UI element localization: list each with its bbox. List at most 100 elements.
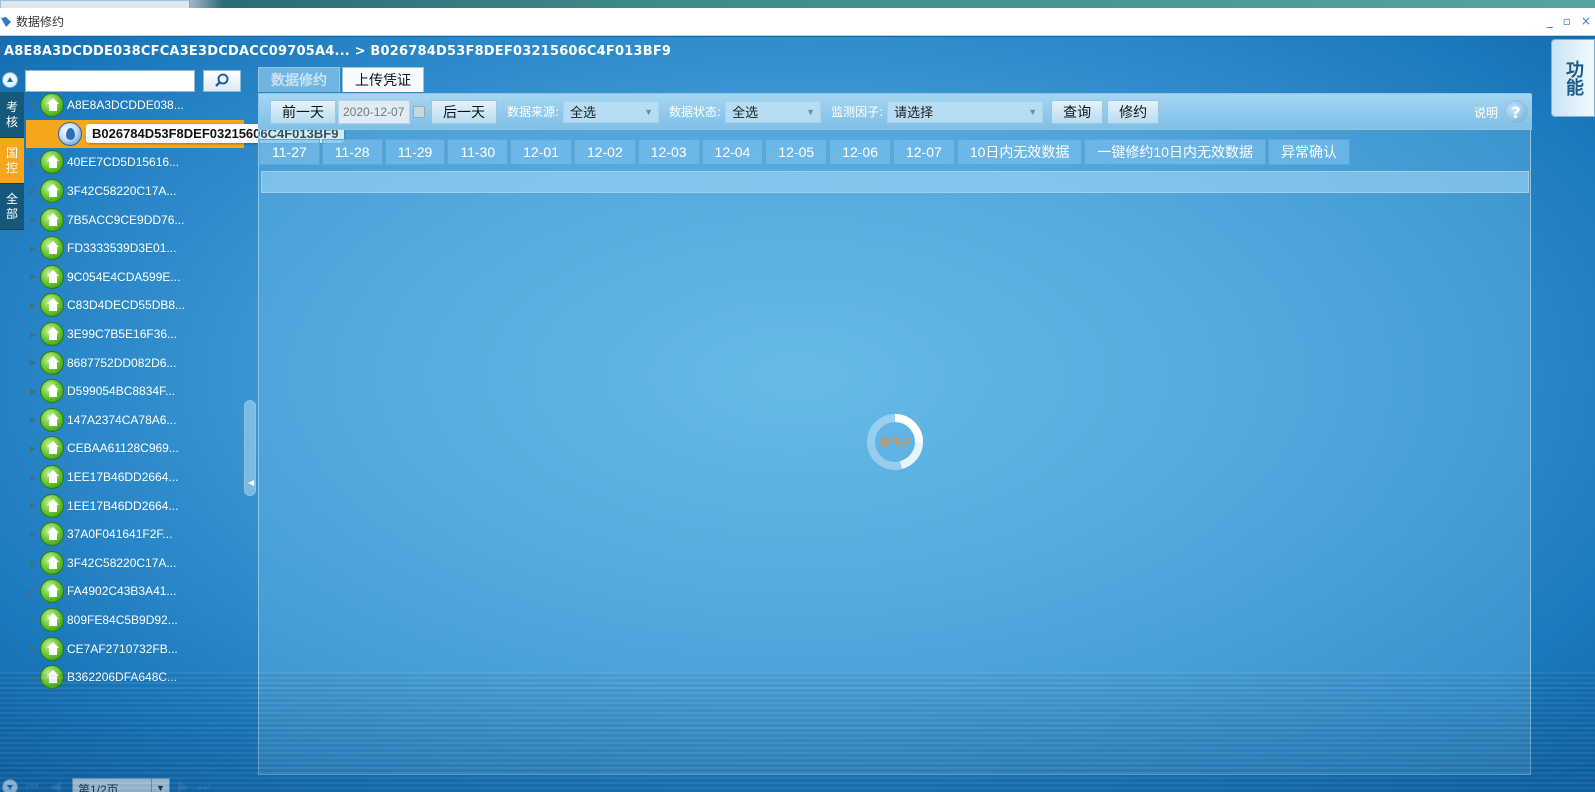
status-select[interactable]: 全选 ▼ (725, 100, 822, 123)
restore-icon[interactable]: ▫ (1563, 14, 1571, 28)
search-button[interactable] (203, 70, 241, 92)
expand-arrow-icon[interactable]: ▶ (26, 615, 40, 624)
help-icon[interactable]: ? (1504, 100, 1528, 124)
date-tab[interactable]: 12-04 (701, 139, 764, 165)
date-tab[interactable]: 11-30 (447, 139, 509, 165)
expand-arrow-icon[interactable]: ▼ (26, 101, 40, 110)
close-icon[interactable]: × (1581, 14, 1591, 28)
expand-arrow-icon[interactable]: ▶ (26, 530, 40, 539)
tree-item[interactable]: ▶ 37A0F041641F2F... (26, 520, 246, 549)
date-field[interactable]: 2020-12-07 (338, 99, 410, 124)
date-tab[interactable]: 10日内无效数据 (956, 139, 1083, 165)
source-select[interactable]: 全选 ▼ (563, 100, 660, 123)
date-tab[interactable]: 11-28 (321, 139, 383, 165)
search-input[interactable] (25, 70, 195, 92)
pager: ⏮ ◀ 第1/2页 ▼ ▶ ⏭ (0, 776, 246, 792)
date-tab[interactable]: 12-06 (829, 139, 891, 165)
expand-arrow-icon[interactable]: ▶ (26, 187, 40, 196)
date-tab[interactable]: 12-02 (573, 139, 636, 165)
date-tab[interactable]: 11-27 (259, 139, 320, 165)
vtab-label: 国控 (5, 145, 18, 175)
page-select[interactable]: 第1/2页 ▼ (72, 778, 170, 792)
prev-page-icon[interactable]: ◀ (50, 779, 61, 792)
tree-item[interactable]: ▶ 7B5ACC9CE9DD76... (26, 205, 246, 234)
tree-item[interactable]: ▶ CE7AF2710732FB... (26, 634, 246, 663)
calendar-icon[interactable] (413, 105, 425, 118)
tree-item[interactable]: ▶ 8687752DD082D6... (26, 348, 246, 377)
monitor-point-icon (58, 121, 82, 146)
tree-item[interactable]: ▶ C83D4DECD55DB8... (26, 291, 246, 320)
expand-arrow-icon[interactable]: ▶ (26, 473, 40, 482)
tree-item[interactable]: ▶ 9C054E4CDA599E... (26, 263, 246, 292)
tree-item[interactable]: ▶ 1EE17B46DD2664... (26, 463, 246, 492)
tree-root-item[interactable]: ▼ A8E8A3DCDDE038... (26, 91, 246, 120)
expand-arrow-icon[interactable]: ▶ (26, 444, 40, 453)
collapse-up-icon[interactable] (2, 72, 18, 88)
revise-button[interactable]: 修约 (1107, 99, 1160, 124)
first-page-icon[interactable]: ⏮ (26, 779, 39, 792)
tree-item-label: 3E99C7B5E16F36... (67, 327, 178, 342)
tree-selected-item[interactable]: B026784D53F8DEF03215606C4F013BF9 (26, 119, 345, 149)
tab-upload-voucher[interactable]: 上传凭证 (342, 67, 424, 92)
tree-item[interactable]: ▶ B362206DFA648C... (26, 663, 246, 692)
vtab-kaohe[interactable]: 考核 (0, 92, 24, 138)
expand-arrow-icon[interactable]: ▶ (26, 673, 40, 682)
tree-item[interactable]: ▶ 3F42C58220C17A... (26, 549, 246, 578)
tree-item-label: 8687752DD082D6... (67, 355, 177, 370)
os-taskbar-tab[interactable] (0, 0, 190, 8)
expand-arrow-icon[interactable]: ▶ (26, 558, 40, 567)
query-button[interactable]: 查询 (1051, 99, 1104, 124)
expand-arrow-icon[interactable]: ▶ (26, 387, 40, 396)
minimize-icon[interactable]: _ (1547, 14, 1553, 28)
date-tab[interactable]: 12-05 (765, 139, 828, 165)
tree-item[interactable]: ▶ 1EE17B46DD2664... (26, 491, 246, 520)
vtab-quanbu[interactable]: 全部 (0, 184, 24, 230)
expand-arrow-icon[interactable]: ▶ (26, 644, 40, 653)
tree-item[interactable]: ▶ 809FE84C5B9D92... (26, 606, 246, 635)
date-tab[interactable]: 12-07 (893, 139, 955, 165)
tree-item[interactable]: ▶ 3F42C58220C17A... (26, 177, 246, 206)
tree-item-label: FD3333539D3E01... (67, 241, 177, 256)
tree-item[interactable]: ▶ FA4902C43B3A41... (26, 577, 246, 606)
help-area[interactable]: 说明 ? (1474, 100, 1528, 124)
date-tab[interactable]: 12-01 (510, 139, 572, 165)
expand-arrow-icon[interactable]: ▶ (26, 330, 40, 339)
sidebar-collapse-icon[interactable]: ◀ (248, 478, 254, 487)
tree-item[interactable]: ▶ 147A2374CA78A6... (26, 406, 246, 435)
breadcrumb: A8E8A3DCDDE038CFCA3E3DCDACC09705A4... > … (4, 44, 672, 59)
search-icon (215, 73, 229, 87)
last-page-icon[interactable]: ⏭ (198, 779, 211, 792)
expand-arrow-icon[interactable]: ▶ (26, 272, 40, 281)
expand-arrow-icon[interactable]: ▶ (26, 215, 40, 224)
tree-item-label: 40EE7CD5D15616... (67, 155, 180, 170)
tree-item[interactable]: ▶ 3E99C7B5E16F36... (26, 320, 246, 349)
station-home-icon (40, 465, 64, 490)
tree-item[interactable]: ▶ 40EE7CD5D15616... (26, 148, 246, 177)
page-select-value: 第1/2页 (78, 783, 119, 792)
vtab-guokong[interactable]: 国控 (0, 138, 24, 184)
tree-item[interactable]: ▶ FD3333539D3E01... (26, 234, 246, 263)
side-function-panel[interactable]: 功能 (1551, 39, 1595, 117)
collapse-down-icon[interactable] (2, 779, 18, 792)
expand-arrow-icon[interactable]: ▶ (26, 587, 40, 596)
expand-arrow-icon[interactable]: ▶ (26, 158, 40, 167)
dropdown-arrow-icon: ▼ (151, 779, 169, 792)
expand-arrow-icon[interactable]: ▶ (26, 501, 40, 510)
side-function-label: 功能 (1563, 60, 1584, 96)
tab-data-revision[interactable]: 数据修约 (258, 67, 340, 92)
next-day-button[interactable]: 后一天 (431, 99, 497, 124)
expand-arrow-icon[interactable]: ▶ (26, 244, 40, 253)
tree-item[interactable]: ▶ CEBAA61128C969... (26, 434, 246, 463)
next-page-icon[interactable]: ▶ (178, 779, 189, 792)
date-tab[interactable]: 一键修约10日内无效数据 (1084, 139, 1266, 165)
date-tab[interactable]: 11-29 (384, 139, 446, 165)
factor-select[interactable]: 请选择 ▼ (887, 100, 1044, 123)
expand-arrow-icon[interactable]: ▶ (26, 358, 40, 367)
tree-item[interactable]: ▶ D599054BC8834F... (26, 377, 246, 406)
expand-arrow-icon[interactable]: ▶ (26, 301, 40, 310)
tree-item-label: 3F42C58220C17A... (67, 555, 177, 570)
prev-day-button[interactable]: 前一天 (270, 99, 336, 124)
expand-arrow-icon[interactable]: ▶ (26, 415, 40, 424)
date-tab[interactable]: 12-03 (637, 139, 700, 165)
date-tab[interactable]: 异常确认 (1267, 139, 1350, 165)
